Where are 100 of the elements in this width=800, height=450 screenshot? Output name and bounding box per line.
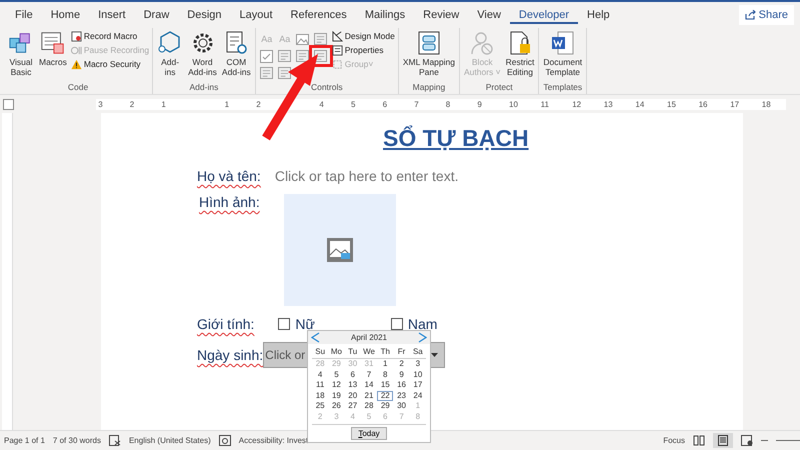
ribbon-button[interactable]: Restrict Editing bbox=[504, 30, 536, 82]
calendar-day[interactable]: 11 bbox=[312, 380, 328, 390]
ribbon-tab[interactable]: Developer bbox=[510, 6, 578, 24]
ribbon-button[interactable]: Macro Security bbox=[70, 59, 150, 70]
tab-selector-icon[interactable] bbox=[3, 98, 14, 110]
ribbon-tab[interactable]: Home bbox=[42, 6, 90, 24]
ribbon-button[interactable]: Record Macro bbox=[70, 31, 150, 42]
ribbon-tab[interactable]: Mailings bbox=[356, 6, 414, 24]
calendar-day[interactable]: 28 bbox=[360, 401, 378, 412]
control-button[interactable] bbox=[276, 66, 293, 80]
calendar-day[interactable]: 9 bbox=[393, 370, 410, 380]
calendar-day[interactable]: 21 bbox=[360, 390, 378, 401]
calendar-day[interactable]: 4 bbox=[312, 370, 328, 380]
weekday-label: We bbox=[362, 347, 376, 356]
share-button[interactable]: Share bbox=[738, 5, 794, 25]
focus-button[interactable]: Focus bbox=[663, 436, 685, 445]
picture-content-control[interactable] bbox=[284, 194, 396, 306]
calendar-day[interactable]: 20 bbox=[344, 390, 361, 401]
control-button[interactable] bbox=[294, 32, 311, 46]
calendar-day[interactable]: 27 bbox=[344, 401, 361, 412]
language-status[interactable]: English (United States) bbox=[128, 436, 211, 445]
calendar-day[interactable]: 2 bbox=[393, 359, 410, 370]
control-button[interactable] bbox=[294, 49, 311, 63]
ribbon-tab[interactable]: Review bbox=[414, 6, 468, 24]
print-layout-button[interactable] bbox=[713, 433, 733, 448]
ribbon-tab[interactable]: File bbox=[6, 6, 42, 24]
web-layout-icon[interactable] bbox=[741, 435, 753, 446]
calendar-day[interactable]: 18 bbox=[312, 390, 328, 401]
form-control-icon bbox=[278, 50, 292, 62]
ribbon-tab[interactable]: Insert bbox=[89, 6, 135, 24]
read-mode-icon[interactable] bbox=[693, 435, 705, 446]
ribbon-button[interactable]: Macros bbox=[38, 30, 68, 82]
calendar-day[interactable]: 22 bbox=[377, 390, 394, 401]
calendar-day[interactable]: 10 bbox=[410, 370, 426, 380]
calendar-day[interactable]: 26 bbox=[328, 401, 345, 412]
ribbon-button[interactable]: Word Add-ins bbox=[187, 30, 218, 82]
group-label: Controls bbox=[310, 82, 344, 94]
weekday-label: Fr bbox=[396, 347, 406, 356]
control-button[interactable] bbox=[312, 32, 329, 46]
ribbon-button[interactable]: Add- ins bbox=[156, 30, 184, 82]
checkbox[interactable] bbox=[390, 318, 403, 330]
ribbon-tab[interactable]: Draw bbox=[134, 6, 178, 24]
document-title: SỔ TỰ BẠCH bbox=[383, 125, 530, 152]
share-icon bbox=[744, 10, 756, 20]
previous-month-icon[interactable] bbox=[311, 332, 320, 343]
page-count[interactable]: Page 1 of 1 bbox=[4, 436, 45, 445]
warning-icon bbox=[70, 59, 82, 70]
calendar-day[interactable]: 15 bbox=[377, 380, 394, 390]
calendar-day[interactable]: 25 bbox=[312, 401, 328, 412]
weekday-label: Su bbox=[314, 347, 326, 356]
next-month-icon[interactable] bbox=[418, 332, 427, 343]
zoom-out-icon[interactable] bbox=[761, 439, 768, 442]
calendar-day[interactable]: 19 bbox=[328, 390, 345, 401]
ribbon-tab[interactable]: View bbox=[468, 6, 510, 24]
proofing-icon[interactable] bbox=[108, 435, 121, 446]
control-button[interactable] bbox=[258, 66, 275, 80]
ribbon-button[interactable]: Document Template bbox=[542, 30, 584, 82]
ribbon-tab[interactable]: Layout bbox=[230, 6, 282, 24]
form-control-icon bbox=[260, 67, 274, 79]
calendar-day[interactable]: 14 bbox=[360, 380, 378, 390]
ribbon-button[interactable]: COM Add-ins bbox=[220, 30, 252, 82]
today-button[interactable]: Today bbox=[351, 427, 387, 440]
word-document-icon bbox=[550, 30, 576, 56]
form-control-icon bbox=[314, 33, 328, 45]
macros-icon bbox=[40, 30, 66, 56]
calendar-day[interactable]: 24 bbox=[410, 390, 426, 401]
ribbon-button[interactable]: Properties bbox=[332, 45, 395, 56]
weekday-label: Mo bbox=[330, 347, 343, 356]
calendar-day[interactable]: 29 bbox=[377, 401, 394, 412]
accessibility-status[interactable]: Accessibility: Invest bbox=[238, 436, 308, 445]
calendar-day[interactable]: 3 bbox=[410, 359, 426, 370]
macro-recording-icon[interactable] bbox=[218, 435, 231, 446]
group-icon bbox=[332, 59, 343, 70]
calendar-day[interactable]: 17 bbox=[410, 380, 426, 390]
text-content-control[interactable]: Click or tap here to enter text. bbox=[274, 168, 458, 184]
calendar-day[interactable]: 5 bbox=[328, 370, 345, 380]
calendar-day[interactable]: 1 bbox=[377, 359, 394, 370]
calendar-day[interactable]: 23 bbox=[393, 390, 410, 401]
ribbon-tab[interactable]: Design bbox=[178, 6, 231, 24]
calendar-day[interactable]: 12 bbox=[328, 380, 345, 390]
ribbon-button[interactable]: Design Mode bbox=[332, 31, 395, 42]
ribbon-tab[interactable]: Help bbox=[578, 6, 619, 24]
control-button[interactable] bbox=[276, 49, 293, 63]
calendar-day[interactable]: 8 bbox=[377, 370, 394, 380]
calendar-day[interactable]: 13 bbox=[344, 380, 361, 390]
calendar-day[interactable]: 6 bbox=[344, 370, 361, 380]
group-label: Mapping bbox=[412, 82, 446, 94]
field-label: Ngày sinh: bbox=[197, 347, 264, 363]
calendar-day[interactable]: 30 bbox=[393, 401, 410, 412]
ribbon-tab[interactable]: References bbox=[282, 6, 356, 24]
weekday-label: Sa bbox=[412, 347, 424, 356]
calendar-day[interactable]: 7 bbox=[360, 370, 378, 380]
ribbon-button[interactable]: XML Mapping Pane bbox=[402, 30, 456, 82]
word-count[interactable]: 7 of 30 words bbox=[52, 436, 101, 445]
record-icon bbox=[70, 31, 82, 42]
month-title: April 2021 bbox=[350, 333, 388, 342]
calendar-day[interactable]: 16 bbox=[393, 380, 410, 390]
control-button[interactable] bbox=[258, 49, 275, 63]
ribbon-button[interactable]: Visual Basic bbox=[7, 30, 35, 82]
checkbox[interactable] bbox=[278, 318, 290, 330]
